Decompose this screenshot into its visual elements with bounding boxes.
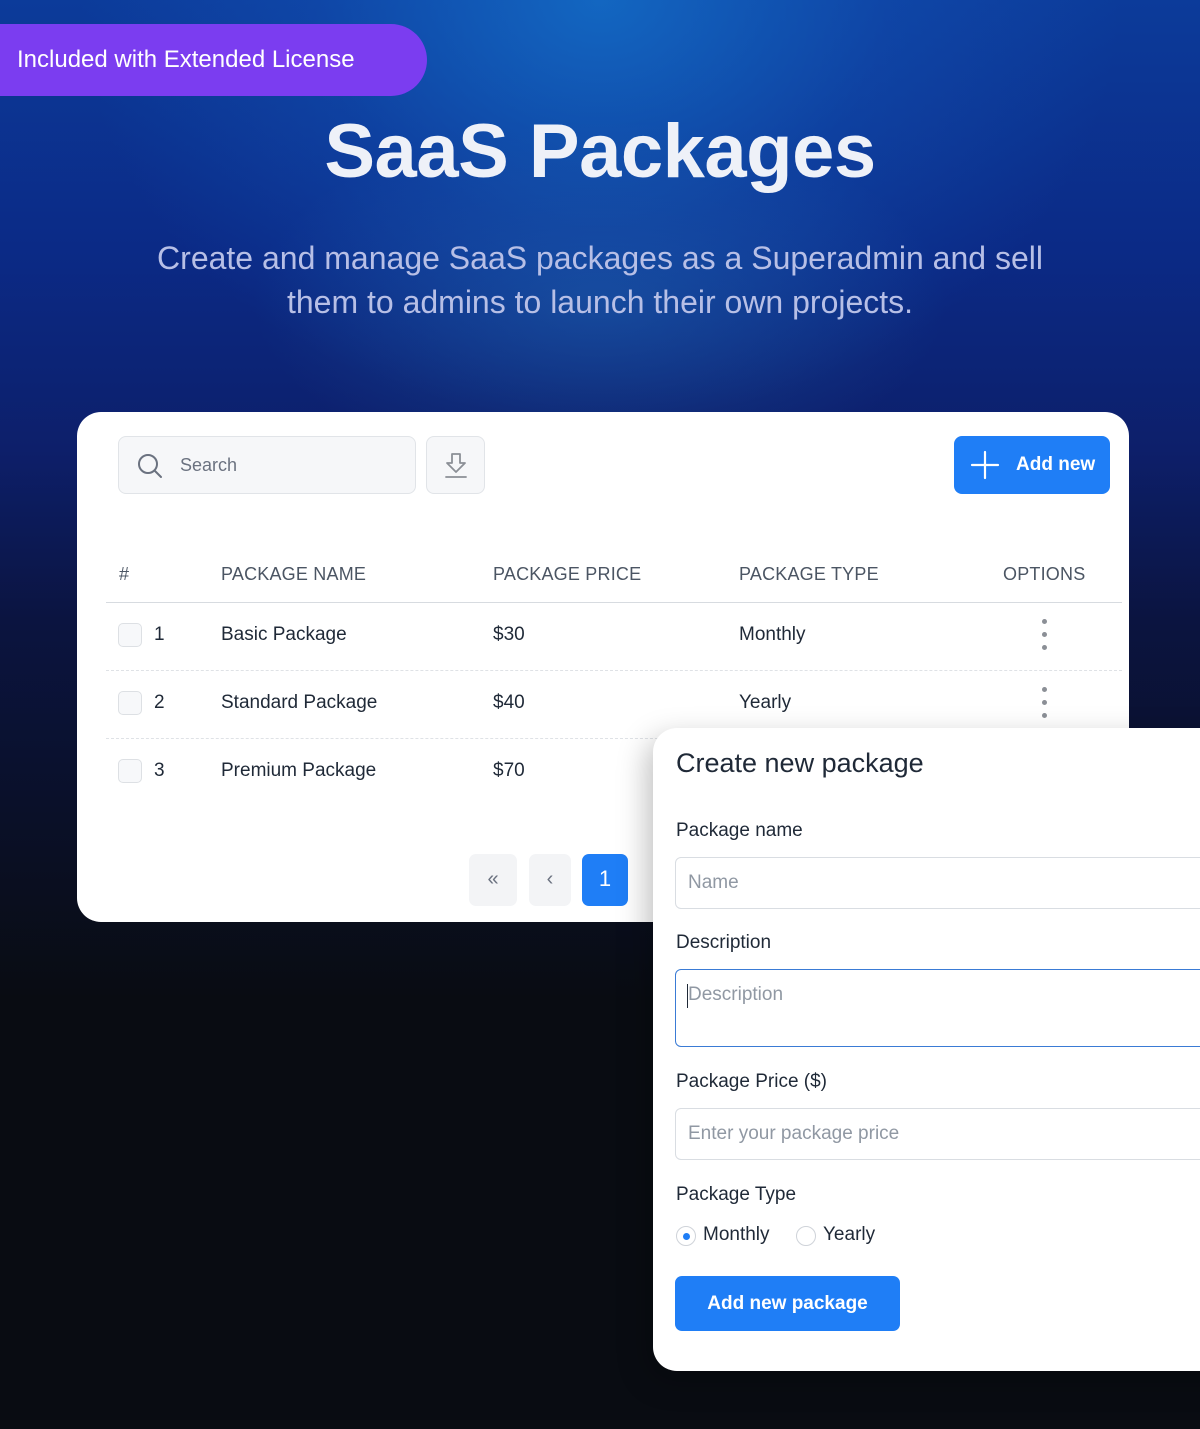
page-title: SaaS Packages bbox=[324, 109, 876, 194]
description-textarea[interactable]: Description bbox=[675, 969, 1200, 1047]
subtitle-line-2: them to admins to launch their own proje… bbox=[286, 284, 914, 320]
row-checkbox[interactable] bbox=[118, 623, 142, 647]
row-options-icon[interactable] bbox=[1039, 687, 1049, 719]
row-checkbox[interactable] bbox=[118, 759, 142, 783]
row-package-price: $70 bbox=[493, 760, 525, 781]
row-index: 3 bbox=[154, 760, 165, 781]
radio-monthly[interactable] bbox=[676, 1226, 696, 1246]
row-package-type: Monthly bbox=[739, 624, 806, 645]
license-badge: Included with Extended License bbox=[0, 24, 427, 96]
column-header-package-type[interactable]: PACKAGE TYPE bbox=[739, 564, 879, 585]
radio-yearly[interactable] bbox=[796, 1226, 816, 1246]
plus-icon bbox=[970, 450, 1000, 480]
text-caret bbox=[687, 984, 688, 1008]
package-type-label: Package Type bbox=[676, 1184, 797, 1205]
pagination-page-1[interactable]: 1 bbox=[582, 854, 628, 906]
column-header-options: OPTIONS bbox=[1003, 564, 1086, 584]
row-package-type: Yearly bbox=[739, 692, 792, 713]
radio-yearly-label[interactable]: Yearly bbox=[823, 1224, 875, 1246]
search-placeholder: Search bbox=[180, 455, 238, 475]
download-button[interactable] bbox=[426, 436, 485, 494]
add-new-button[interactable]: Add new bbox=[954, 436, 1110, 494]
description-placeholder: Description bbox=[688, 984, 784, 1005]
download-icon bbox=[445, 453, 467, 478]
header-divider bbox=[106, 602, 1122, 603]
search-input[interactable]: Search bbox=[118, 436, 416, 494]
row-options-icon[interactable] bbox=[1039, 619, 1049, 651]
pagination-prev-button[interactable]: ‹ bbox=[529, 854, 571, 906]
column-header-package-name[interactable]: PACKAGE NAME bbox=[221, 564, 366, 585]
radio-monthly-label[interactable]: Monthly bbox=[703, 1224, 770, 1246]
row-package-name: Basic Package bbox=[221, 624, 347, 645]
row-index: 1 bbox=[154, 624, 165, 645]
description-label: Description bbox=[676, 932, 772, 953]
package-name-label: Package name bbox=[676, 820, 803, 841]
add-new-label: Add new bbox=[1016, 454, 1096, 475]
package-price-label: Package Price ($) bbox=[676, 1071, 828, 1092]
page-subtitle: Create and manage SaaS packages as a Sup… bbox=[100, 236, 1100, 324]
package-name-input[interactable]: Name bbox=[675, 857, 1200, 909]
modal-title: Create new package bbox=[676, 748, 924, 778]
row-checkbox[interactable] bbox=[118, 691, 142, 715]
pagination-first-button[interactable]: « bbox=[469, 854, 517, 906]
row-package-name: Premium Package bbox=[221, 760, 377, 781]
row-package-name: Standard Package bbox=[221, 692, 378, 713]
row-package-price: $40 bbox=[493, 692, 525, 713]
create-package-modal: Create new package Package name Name Des… bbox=[653, 728, 1200, 1371]
search-icon bbox=[138, 454, 162, 478]
column-header-package-price[interactable]: PACKAGE PRICE bbox=[493, 564, 641, 585]
row-index: 2 bbox=[154, 692, 165, 713]
row-divider bbox=[106, 670, 1122, 671]
add-new-package-button[interactable]: Add new package bbox=[675, 1276, 900, 1331]
column-header-index[interactable]: # bbox=[119, 564, 129, 585]
subtitle-line-1: Create and manage SaaS packages as a Sup… bbox=[157, 240, 1043, 276]
package-price-input[interactable]: Enter your package price bbox=[675, 1108, 1200, 1160]
row-package-price: $30 bbox=[493, 624, 525, 645]
